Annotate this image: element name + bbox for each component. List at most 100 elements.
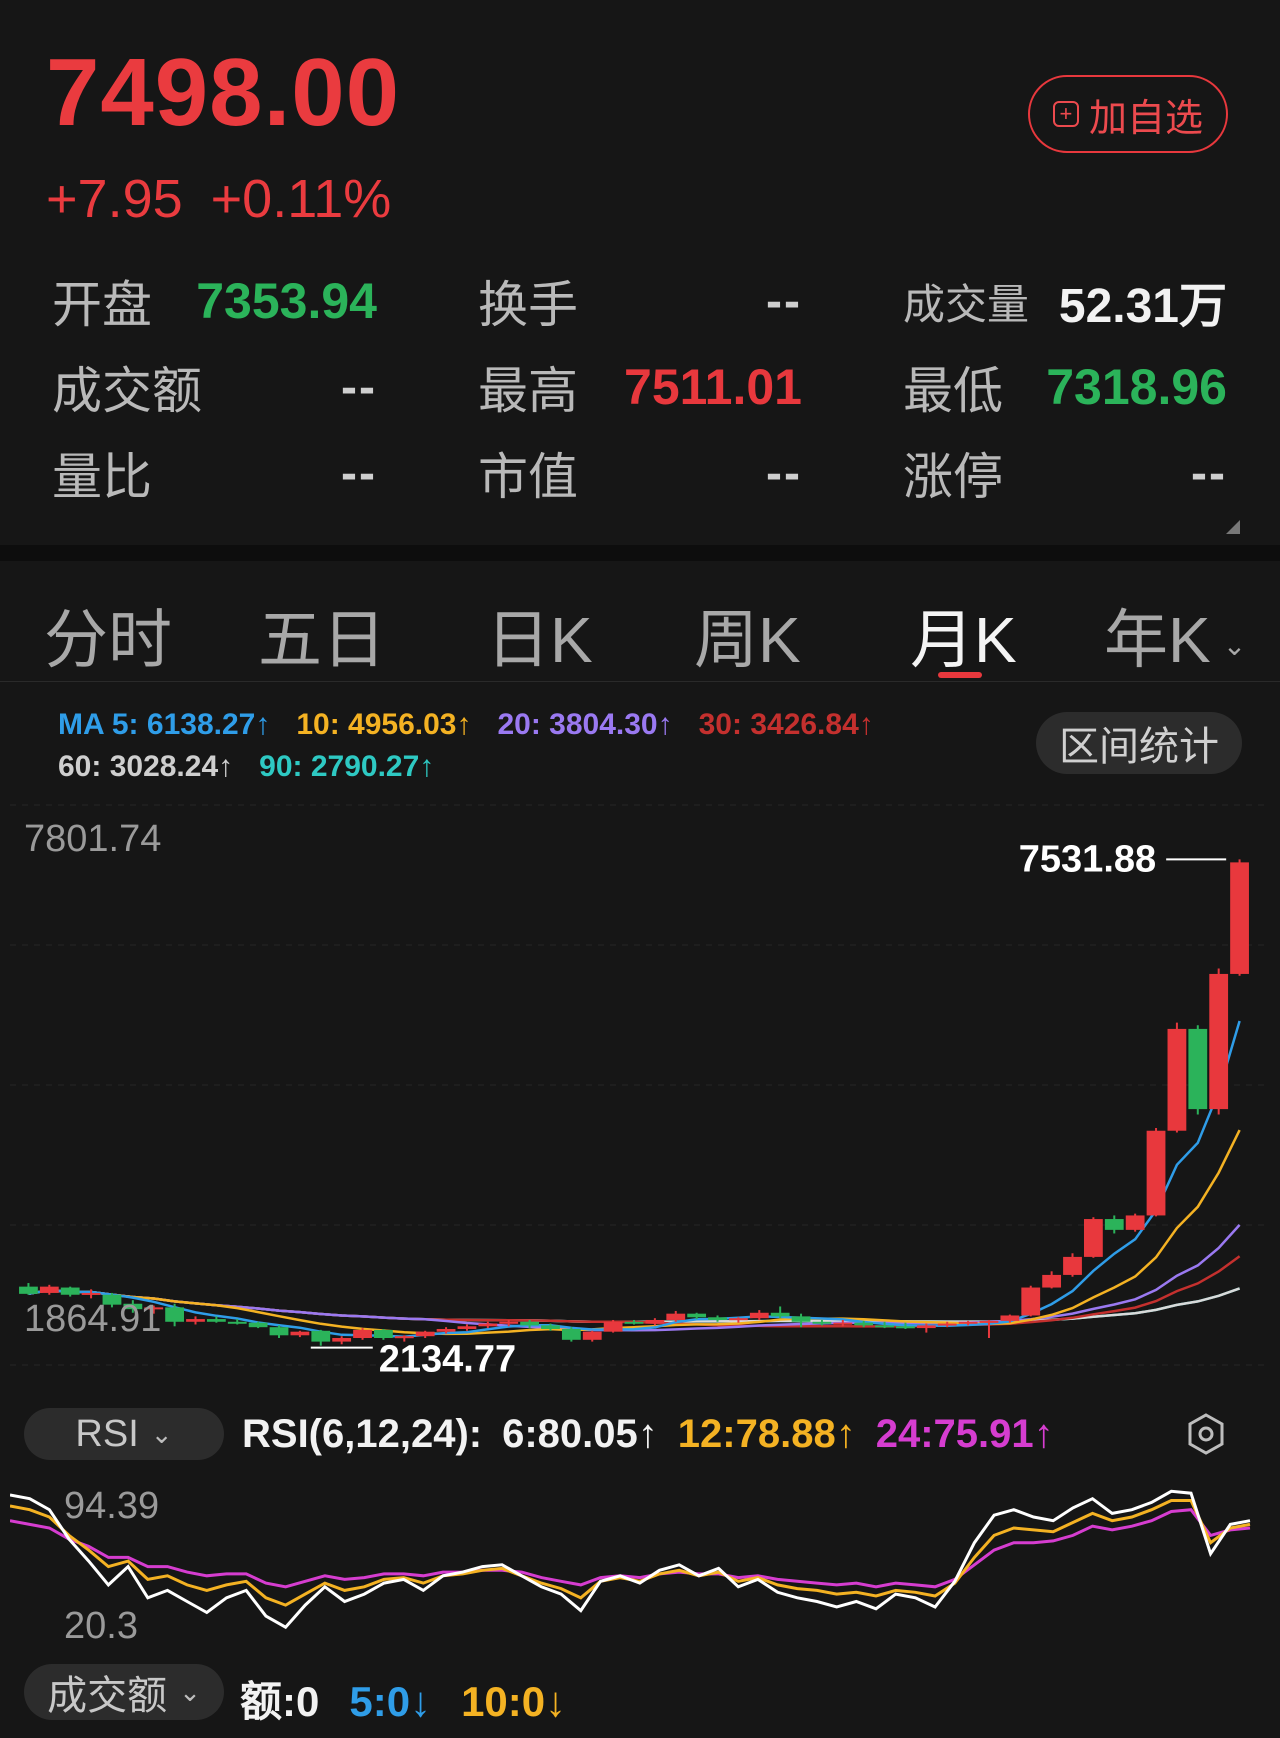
candle-body xyxy=(499,1321,519,1324)
candle-body xyxy=(979,1320,999,1323)
candle-body xyxy=(812,1321,832,1324)
candle-body xyxy=(60,1287,80,1295)
candle-body xyxy=(1104,1219,1124,1230)
interval-stats-button[interactable]: 区间统计 xyxy=(1036,712,1242,774)
volume-amount-value: 额:0 xyxy=(240,1678,320,1725)
volume-selector-label: 成交额 xyxy=(47,1674,168,1718)
ma10-label: 10: 4956.03↑ xyxy=(296,708,472,741)
change-amount: +7.95 xyxy=(46,169,183,229)
candle-body xyxy=(1000,1315,1020,1321)
candle xyxy=(1021,1285,1041,1317)
candlestick-chart[interactable]: 7801.74 1864.91 7531.88 2134.77 xyxy=(10,795,1270,1390)
tab-daily-k[interactable]: 日K xyxy=(486,589,593,681)
rsi-indicator-selector[interactable]: RSI ⌄ xyxy=(24,1408,224,1460)
volume-ma10-value: 10:0↓ xyxy=(461,1678,567,1725)
candle xyxy=(1230,859,1249,976)
candle-body xyxy=(353,1329,372,1339)
candle-body xyxy=(937,1323,957,1326)
stat-low-value: 7318.96 xyxy=(1046,359,1227,415)
candle xyxy=(1125,1213,1145,1232)
candle xyxy=(1188,1025,1208,1115)
candle-body xyxy=(729,1318,748,1321)
chevron-down-icon: ⌄ xyxy=(1222,629,1247,661)
candle-body xyxy=(749,1312,769,1319)
candle-body xyxy=(1209,973,1229,1110)
stat-volume-ratio-label: 量比 xyxy=(52,449,152,505)
candle xyxy=(1209,968,1229,1115)
candle-body xyxy=(248,1322,268,1328)
active-tab-indicator xyxy=(938,672,982,678)
stat-limit-up-value: -- xyxy=(1191,446,1227,500)
expand-corner-icon[interactable] xyxy=(1226,520,1240,534)
candle xyxy=(1167,1022,1187,1133)
candle-body xyxy=(19,1286,38,1294)
rsi12-value: 12:78.88↑ xyxy=(677,1412,856,1456)
tab-five-day[interactable]: 五日 xyxy=(258,589,386,681)
stat-volume: 成交量 52.31万 xyxy=(903,266,1227,336)
candle xyxy=(1083,1217,1103,1258)
candle-body xyxy=(833,1322,853,1325)
tab-monthly-k[interactable]: 月K xyxy=(910,589,1017,681)
candle xyxy=(1146,1128,1166,1217)
max-price-label: 7531.88 xyxy=(1019,838,1156,880)
candle-body xyxy=(436,1328,456,1332)
price-change: +7.95 +0.11% xyxy=(46,168,419,230)
stat-volume-label: 成交量 xyxy=(903,280,1030,328)
candle-body xyxy=(1188,1028,1208,1110)
volume-indicator-selector[interactable]: 成交额 ⌄ xyxy=(24,1664,224,1720)
candle-body xyxy=(1125,1215,1145,1230)
candle-body xyxy=(561,1328,581,1340)
rsi-title: RSI(6,12,24): xyxy=(242,1412,483,1456)
candle xyxy=(248,1321,268,1329)
tab-weekly-k[interactable]: 周K xyxy=(694,589,801,681)
add-to-watchlist-label: 加自选 xyxy=(1088,97,1203,140)
stat-high-value: 7511.01 xyxy=(624,359,802,415)
candle-body xyxy=(206,1319,226,1322)
candle-body xyxy=(541,1325,560,1329)
rsi-y-max-label: 94.39 xyxy=(64,1485,159,1527)
rsi-readout: RSI(6,12,24): 6:80.05↑ 12:78.88↑ 24:75.91↑ xyxy=(242,1412,1074,1457)
stat-open-label: 开盘 xyxy=(52,277,152,333)
candle-body xyxy=(1042,1274,1062,1288)
candle-body xyxy=(39,1286,59,1293)
stat-limit-up: 涨停 -- xyxy=(903,438,1227,508)
period-tabs: 分时 五日 日K 周K 月K 年K ⌄ xyxy=(0,561,1280,681)
stat-market-cap: 市值 -- xyxy=(478,438,802,508)
candle-body xyxy=(81,1292,101,1295)
candle-body xyxy=(186,1319,205,1322)
stat-turnover-rate: 换手 -- xyxy=(478,266,802,336)
candle-body xyxy=(1083,1219,1103,1257)
candle-body xyxy=(875,1325,894,1328)
candle-body xyxy=(791,1316,811,1322)
candle-body xyxy=(1167,1028,1187,1131)
last-price: 7498.00 xyxy=(46,39,401,146)
candle-body xyxy=(332,1338,352,1342)
chevron-down-icon: ⌄ xyxy=(150,1418,173,1449)
candle-body xyxy=(165,1307,185,1322)
ma-legend-row-2: 60: 3028.24↑ 90: 2790.27↑ xyxy=(58,750,434,784)
plus-square-icon: + xyxy=(1052,101,1079,127)
tab-intraday[interactable]: 分时 xyxy=(44,589,172,681)
tab-yearly-k-label: 年K xyxy=(1104,604,1211,676)
stat-high: 最高 7511.01 xyxy=(478,352,802,422)
add-to-watchlist-button[interactable]: + 加自选 xyxy=(1028,75,1228,153)
rsi-chart[interactable]: 94.39 20.3 xyxy=(10,1478,1270,1648)
candle-body xyxy=(603,1321,623,1332)
candle-body xyxy=(645,1319,665,1324)
min-price-label: 2134.77 xyxy=(379,1339,516,1381)
stat-market-cap-label: 市值 xyxy=(478,449,578,505)
change-percent: +0.11% xyxy=(210,169,392,229)
stat-volume-ratio-value: -- xyxy=(341,446,377,500)
tab-yearly-k[interactable]: 年K ⌄ xyxy=(1104,589,1246,681)
stat-volume-value: 52.31万 xyxy=(1058,280,1227,333)
candle-body xyxy=(624,1321,644,1324)
ma90-label: 90: 2790.27↑ xyxy=(259,750,435,783)
stat-open-value: 7353.94 xyxy=(196,273,377,329)
rsi24-value: 24:75.91↑ xyxy=(875,1412,1054,1456)
rsi-y-min-label: 20.3 xyxy=(64,1605,138,1647)
settings-icon[interactable] xyxy=(1182,1410,1230,1458)
ma60-label: 60: 3028.24↑ xyxy=(58,750,234,783)
rsi-selector-label: RSI xyxy=(75,1412,139,1455)
candle-body xyxy=(374,1329,393,1339)
volume-readout: 额:0 5:0↓ 10:0↓ xyxy=(240,1668,596,1729)
